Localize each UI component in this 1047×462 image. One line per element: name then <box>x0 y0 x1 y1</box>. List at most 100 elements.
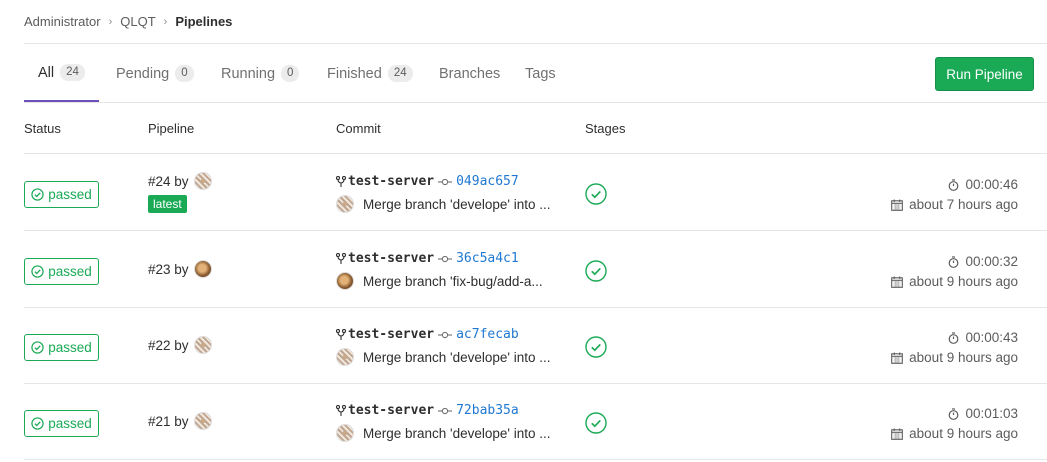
pipeline-tabs: All 24 Pending 0 Running 0 Finished 24 B… <box>24 45 1047 103</box>
finished-text: about 9 hours ago <box>909 350 1018 365</box>
commit-icon <box>438 178 453 185</box>
branch-name[interactable]: test-server <box>348 174 434 189</box>
commit-message: Merge branch 'fix-bug/add-a... <box>336 272 543 290</box>
table-row: passed #22 by test-server ac7fecab Merge… <box>24 308 1047 384</box>
tab-pending[interactable]: Pending 0 <box>116 45 194 102</box>
status-badge[interactable]: passed <box>24 258 99 285</box>
branch-fork-icon <box>336 175 346 187</box>
commit-title[interactable]: Merge branch 'develope' into ... <box>363 197 551 212</box>
stage-passed-icon[interactable] <box>585 183 607 205</box>
user-avatar[interactable] <box>193 336 212 354</box>
tab-all[interactable]: All 24 <box>24 45 99 102</box>
by-label: by <box>174 413 189 429</box>
branch-name[interactable]: test-server <box>348 251 434 266</box>
run-pipeline-button[interactable]: Run Pipeline <box>935 57 1034 91</box>
stage-passed-icon[interactable] <box>585 336 607 358</box>
calendar-icon <box>891 276 904 288</box>
latest-badge: latest <box>148 195 187 213</box>
commit-sha[interactable]: 72bab35a <box>456 403 519 418</box>
user-avatar[interactable] <box>193 260 212 278</box>
tab-label: Branches <box>439 65 501 82</box>
pipeline-id: #23 by <box>148 260 212 278</box>
pipeline-id: #21 by <box>148 412 212 430</box>
timer-icon <box>949 178 959 191</box>
commit-author-avatar[interactable] <box>336 424 354 442</box>
finished-at: about 7 hours ago <box>891 197 1018 212</box>
commit-icon <box>438 255 453 262</box>
breadcrumb-current[interactable]: Pipelines <box>175 14 232 29</box>
stage-passed-icon[interactable] <box>585 412 607 434</box>
commit-title[interactable]: Merge branch 'fix-bug/add-a... <box>363 274 543 289</box>
finished-text: about 9 hours ago <box>909 426 1018 441</box>
duration-text: 00:01:03 <box>965 406 1018 421</box>
commit-message: Merge branch 'develope' into ... <box>336 195 551 213</box>
pipeline-link[interactable]: #22 <box>148 338 171 353</box>
branch-name[interactable]: test-server <box>348 403 434 418</box>
status-text: passed <box>48 416 92 431</box>
breadcrumb: Administrator › QLQT › Pipelines <box>24 0 1047 44</box>
branch-fork-icon <box>336 252 346 264</box>
duration: 00:00:43 <box>948 330 1018 345</box>
column-header-stages: Stages <box>585 121 626 136</box>
column-header-pipeline: Pipeline <box>148 121 195 136</box>
pipeline-link[interactable]: #23 <box>148 262 171 277</box>
table-row: passed #21 by test-server 72bab35a Merge… <box>24 384 1047 460</box>
by-label: by <box>174 261 189 277</box>
tab-finished[interactable]: Finished 24 <box>327 45 413 102</box>
duration-text: 00:00:32 <box>965 254 1018 269</box>
check-circle-icon <box>31 188 44 201</box>
tab-label: All <box>38 64 55 81</box>
duration: 00:00:32 <box>948 254 1018 269</box>
commit-author-avatar[interactable] <box>336 272 354 290</box>
commit-sha[interactable]: 36c5a4c1 <box>456 251 519 266</box>
table-row: passed #24 by latest test-server 049ac65… <box>24 155 1047 231</box>
table-header: Status Pipeline Commit Stages <box>24 103 1047 154</box>
stage-passed-icon[interactable] <box>585 260 607 282</box>
pipeline-link[interactable]: #21 <box>148 414 171 429</box>
pipeline-id: #24 by <box>148 172 212 190</box>
tab-running[interactable]: Running 0 <box>221 45 300 102</box>
breadcrumb-item-qlqt[interactable]: QLQT <box>120 14 155 29</box>
tab-tags[interactable]: Tags <box>525 45 556 102</box>
commit-title[interactable]: Merge branch 'develope' into ... <box>363 426 551 441</box>
check-circle-icon <box>31 341 44 354</box>
commit-title[interactable]: Merge branch 'develope' into ... <box>363 350 551 365</box>
breadcrumb-item-administrator[interactable]: Administrator <box>24 14 101 29</box>
commit-message: Merge branch 'develope' into ... <box>336 348 551 366</box>
tab-label: Pending <box>116 65 170 82</box>
chevron-right-icon: › <box>108 15 113 28</box>
commit-author-avatar[interactable] <box>336 348 354 366</box>
status-badge[interactable]: passed <box>24 334 99 361</box>
column-header-commit: Commit <box>336 121 381 136</box>
finished-at: about 9 hours ago <box>891 274 1018 289</box>
tab-label: Tags <box>525 65 556 82</box>
tab-count-badge: 0 <box>281 65 300 82</box>
commit-ref: test-server 72bab35a <box>336 403 519 418</box>
commit-sha[interactable]: 049ac657 <box>456 174 519 189</box>
column-header-status: Status <box>24 121 61 136</box>
duration: 00:01:03 <box>948 406 1018 421</box>
tab-label: Finished <box>327 65 382 82</box>
commit-ref: test-server ac7fecab <box>336 327 519 342</box>
commit-ref: test-server 36c5a4c1 <box>336 251 519 266</box>
pipeline-link[interactable]: #24 <box>148 174 171 189</box>
finished-at: about 9 hours ago <box>891 426 1018 441</box>
table-row: passed #23 by test-server 36c5a4c1 Merge… <box>24 232 1047 308</box>
branch-name[interactable]: test-server <box>348 327 434 342</box>
duration-text: 00:00:46 <box>965 177 1018 192</box>
calendar-icon <box>891 199 904 211</box>
commit-sha[interactable]: ac7fecab <box>456 327 519 342</box>
commit-author-avatar[interactable] <box>336 195 354 213</box>
tab-branches[interactable]: Branches <box>439 45 500 102</box>
status-badge[interactable]: passed <box>24 181 99 208</box>
user-avatar[interactable] <box>193 412 212 430</box>
by-label: by <box>174 173 189 189</box>
status-text: passed <box>48 264 92 279</box>
timer-icon <box>949 331 959 344</box>
timer-icon <box>949 407 959 420</box>
calendar-icon <box>891 428 904 440</box>
check-circle-icon <box>31 417 44 430</box>
status-badge[interactable]: passed <box>24 410 99 437</box>
user-avatar[interactable] <box>193 172 212 190</box>
finished-at: about 9 hours ago <box>891 350 1018 365</box>
